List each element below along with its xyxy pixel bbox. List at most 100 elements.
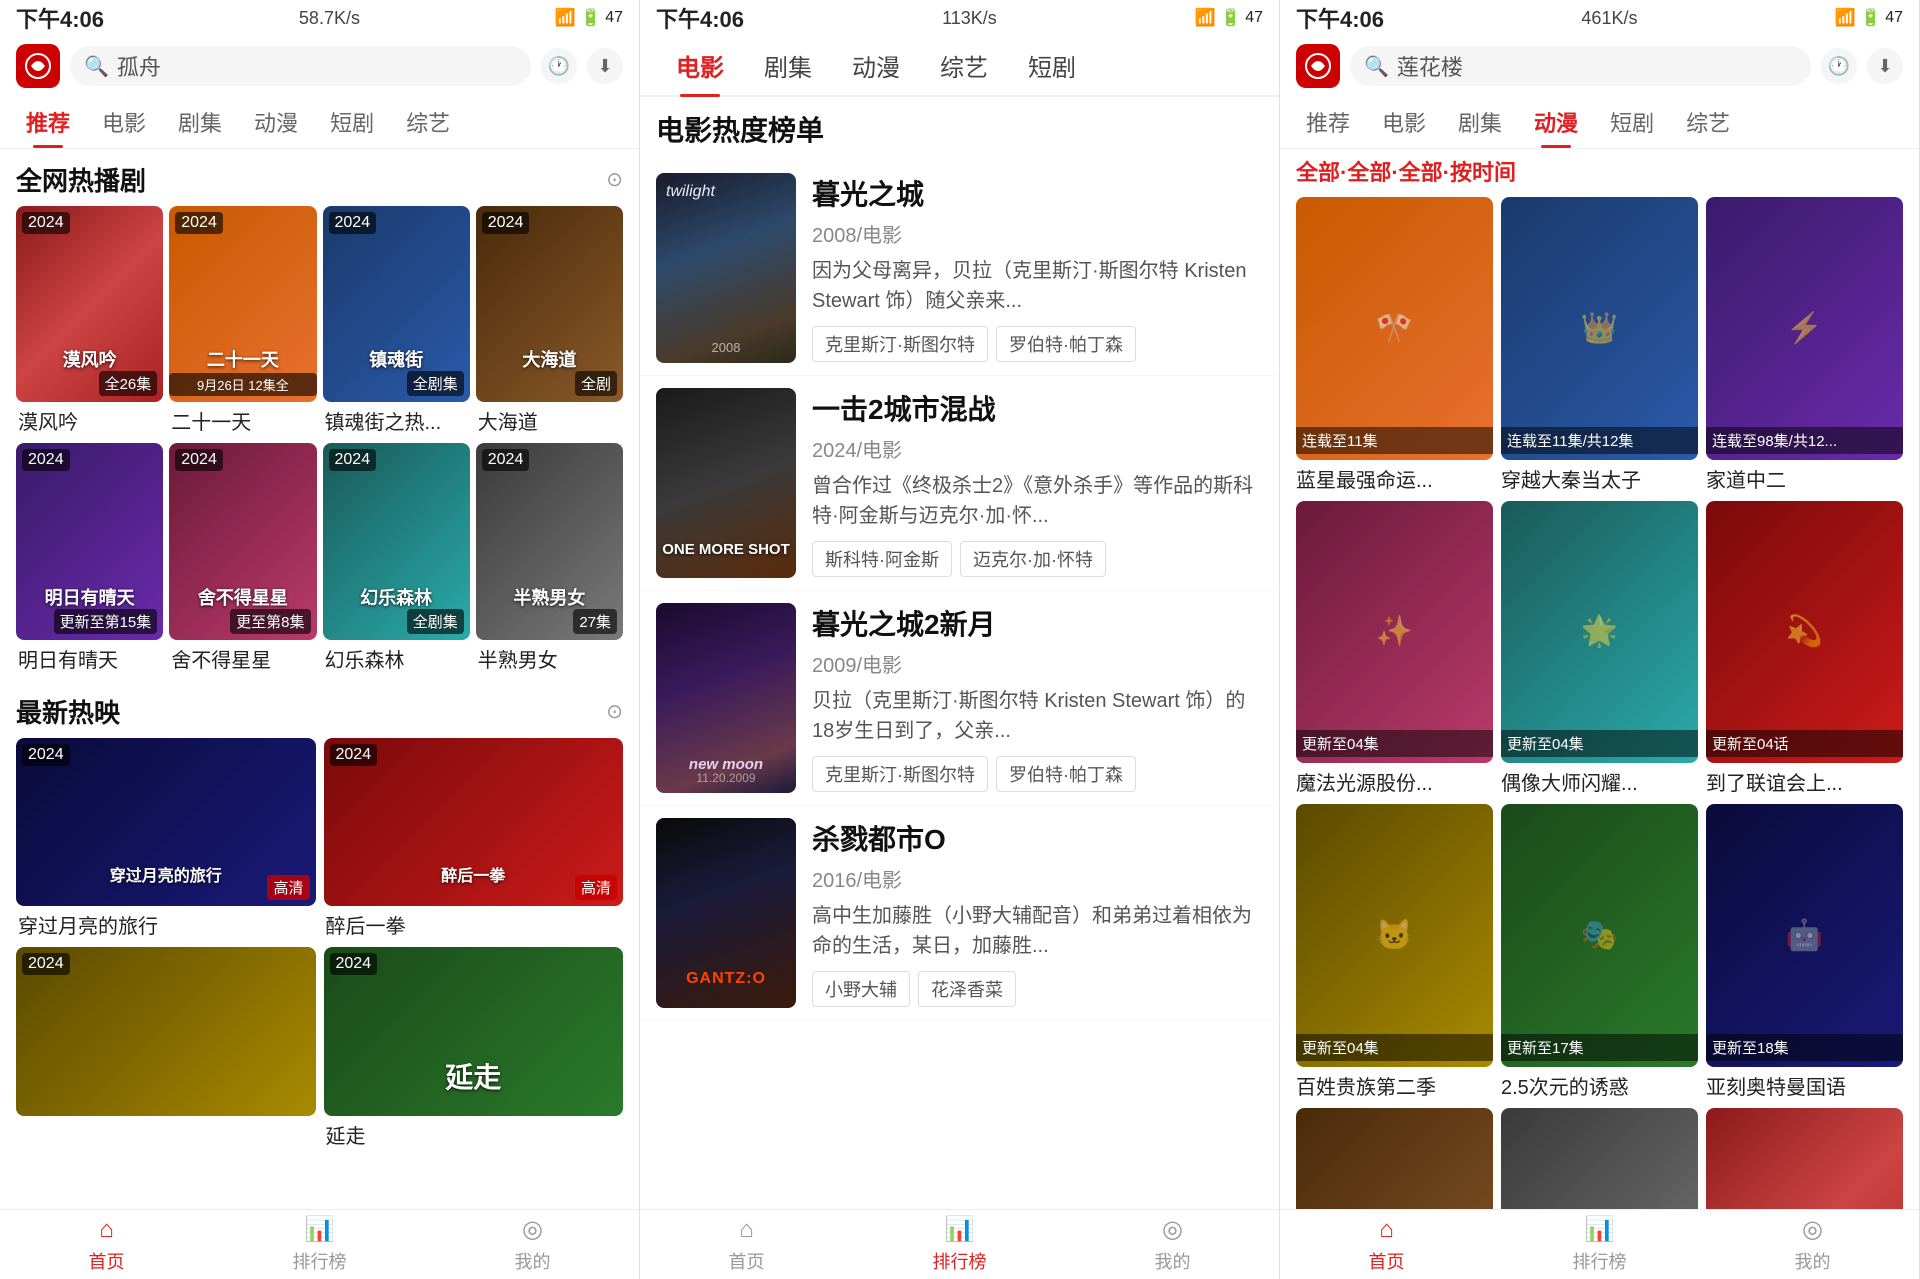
card-overlay-2: 二十一天 — [169, 346, 316, 372]
search-bar-1[interactable]: 🔍 孤舟 — [70, 46, 531, 86]
latest-card-1[interactable]: 2024 穿过月亮的旅行 高清 穿过月亮的旅行 — [16, 738, 316, 939]
header-actions-1: 🕐 ⬇ — [541, 48, 623, 84]
bottom-mine-1[interactable]: ◎ 我的 — [426, 1215, 639, 1274]
rank-item-1[interactable]: twilight 2008 暮光之城 2008/电影 因为父母离异，贝拉（克里斯… — [640, 161, 1279, 376]
tab-movie-1[interactable]: 电影 — [86, 96, 162, 148]
badge-ep-1: 全26集 — [99, 371, 158, 396]
rank-item-3[interactable]: new moon 11.20.2009 暮光之城2新月 2009/电影 贝拉（克… — [640, 591, 1279, 806]
home-content: 全网热播剧 ⊙ 2024 漠风吟 全26集 漠风吟 2024 二十一天 9月26… — [0, 149, 639, 1218]
tab-anime-3[interactable]: 动漫 — [1518, 96, 1594, 148]
latest-card-4[interactable]: 2024 延走 延走 — [324, 947, 624, 1148]
drama-card-1[interactable]: 2024 漠风吟 全26集 漠风吟 — [16, 206, 163, 435]
rank-info-2: 一击2城市混战 2024/电影 曾合作过《终极杀士2》《意外杀手》等作品的斯科特… — [812, 388, 1263, 578]
latest-card-2[interactable]: 2024 醉后一拳 高清 醉后一拳 — [324, 738, 624, 939]
rank-thumb-2: ONE MORE SHOT — [656, 388, 796, 578]
section-hot-drama: 全网热播剧 ⊙ — [0, 149, 639, 206]
tab-short-1[interactable]: 短剧 — [314, 96, 390, 148]
rank-tags-3: 克里斯汀·斯图尔特 罗伯特·帕丁森 — [812, 756, 1263, 792]
tab-recommend-3[interactable]: 推荐 — [1290, 96, 1366, 148]
rank-tags-2: 斯科特·阿金斯 迈克尔·加·怀特 — [812, 541, 1263, 577]
badge-year-3: 2024 — [329, 212, 377, 234]
anime-card-1[interactable]: 🎌 连载至11集 蓝星最强命运... — [1296, 197, 1493, 493]
anime-card-7[interactable]: 🐱 更新至04集 百姓贵族第二季 — [1296, 804, 1493, 1100]
drama-card-7[interactable]: 2024 幻乐森林 全剧集 幻乐森林 — [323, 443, 470, 672]
bottom-rank-2[interactable]: 📊 排行榜 — [853, 1215, 1066, 1274]
rank-list: twilight 2008 暮光之城 2008/电影 因为父母离异，贝拉（克里斯… — [640, 161, 1279, 1234]
p2-tab-short[interactable]: 短剧 — [1008, 36, 1096, 95]
download-btn-1[interactable]: ⬇ — [587, 48, 623, 84]
rank-meta-4: 2016/电影 — [812, 864, 1263, 893]
drama-card-8[interactable]: 2024 半熟男女 27集 半熟男女 — [476, 443, 623, 672]
badge-year-4: 2024 — [482, 212, 530, 234]
tab-short-3[interactable]: 短剧 — [1594, 96, 1670, 148]
bottom-rank-3[interactable]: 📊 排行榜 — [1493, 1215, 1706, 1274]
rank-meta-3: 2009/电影 — [812, 649, 1263, 678]
hot-drama-more[interactable]: ⊙ — [606, 167, 623, 192]
status-bar-2: 下午4:06 113K/s 📶 🔋 47 — [640, 0, 1279, 36]
history-btn-1[interactable]: 🕐 — [541, 48, 577, 84]
bottom-home-3[interactable]: ⌂ 首页 — [1280, 1216, 1493, 1274]
bottom-home-2[interactable]: ⌂ 首页 — [640, 1216, 853, 1274]
rank-title-3: 暮光之城2新月 — [812, 603, 1263, 643]
p2-tab-movie[interactable]: 电影 — [656, 36, 744, 95]
bottom-mine-2[interactable]: ◎ 我的 — [1066, 1215, 1279, 1274]
header-3: 🔍 莲花楼 🕐 ⬇ — [1280, 36, 1919, 96]
status-time-1: 下午4:06 — [16, 2, 104, 34]
p2-tab-variety[interactable]: 综艺 — [920, 36, 1008, 95]
badge-ep-3: 全剧集 — [407, 371, 464, 396]
tab-variety-3[interactable]: 综艺 — [1670, 96, 1746, 148]
drama-card-5[interactable]: 2024 明日有晴天 更新至第15集 明日有晴天 — [16, 443, 163, 672]
tab-series-3[interactable]: 剧集 — [1442, 96, 1518, 148]
rank-desc-2: 曾合作过《终极杀士2》《意外杀手》等作品的斯科特·阿金斯与迈克尔·加·怀... — [812, 471, 1263, 531]
rank-desc-3: 贝拉（克里斯汀·斯图尔特 Kristen Stewart 饰）的18岁生日到了，… — [812, 686, 1263, 746]
rank-tags-1: 克里斯汀·斯图尔特 罗伯特·帕丁森 — [812, 326, 1263, 362]
status-network-3: 461K/s — [1581, 8, 1637, 29]
tab-anime-1[interactable]: 动漫 — [238, 96, 314, 148]
anime-card-2[interactable]: 👑 连载至11集/共12集 穿越大秦当太子 — [1501, 197, 1698, 493]
anime-card-5[interactable]: 🌟 更新至04集 偶像大师闪耀... — [1501, 501, 1698, 797]
anime-card-6[interactable]: 💫 更新至04话 到了联谊会上... — [1706, 501, 1903, 797]
rank-info-1: 暮光之城 2008/电影 因为父母离异，贝拉（克里斯汀·斯图尔特 Kristen… — [812, 173, 1263, 363]
panel-home: 下午4:06 58.7K/s 📶 🔋 47 🔍 孤舟 🕐 ⬇ 推荐 电影 剧集 … — [0, 0, 640, 1279]
anime-card-8[interactable]: 🎭 更新至17集 2.5次元的诱惑 — [1501, 804, 1698, 1100]
anime-grid: 🎌 连载至11集 蓝星最强命运... 👑 连载至11集/共12集 穿越大秦当太子… — [1280, 197, 1919, 1226]
tab-movie-3[interactable]: 电影 — [1366, 96, 1442, 148]
nav-tabs-3: 推荐 电影 剧集 动漫 短剧 综艺 — [1280, 96, 1919, 149]
card-overlay-4: 大海道 — [476, 346, 623, 372]
history-btn-3[interactable]: 🕐 — [1821, 48, 1857, 84]
rank-title-4: 杀戮都市O — [812, 818, 1263, 858]
latest-card-3[interactable]: 2024 — [16, 947, 316, 1148]
drama-card-6[interactable]: 2024 舍不得星星 更至第8集 舍不得星星 — [169, 443, 316, 672]
bottom-mine-3[interactable]: ◎ 我的 — [1706, 1215, 1919, 1274]
anime-card-9[interactable]: 🤖 更新至18集 亚刻奥特曼国语 — [1706, 804, 1903, 1100]
hot-drama-grid: 2024 漠风吟 全26集 漠风吟 2024 二十一天 9月26日 12集全 二… — [0, 206, 639, 443]
search-bar-3[interactable]: 🔍 莲花楼 — [1350, 46, 1811, 86]
rank-item-4[interactable]: GANTZ:O 杀戮都市O 2016/电影 高中生加藤胜（小野大辅配音）和弟弟过… — [640, 806, 1279, 1021]
drama-card-3[interactable]: 2024 镇魂街 全剧集 镇魂街之热... — [323, 206, 470, 435]
tab-recommend-1[interactable]: 推荐 — [10, 96, 86, 148]
tab-series-1[interactable]: 剧集 — [162, 96, 238, 148]
anime-card-4[interactable]: ✨ 更新至04集 魔法光源股份... — [1296, 501, 1493, 797]
bottom-rank-1[interactable]: 📊 排行榜 — [213, 1215, 426, 1274]
panel-rankings: 下午4:06 113K/s 📶 🔋 47 电影 剧集 动漫 综艺 短剧 电影热度… — [640, 0, 1280, 1279]
anime-filter[interactable]: 全部·全部·全部·按时间 — [1280, 149, 1919, 197]
bottom-nav-1: ⌂ 首页 📊 排行榜 ◎ 我的 — [0, 1209, 639, 1279]
drama-card-2[interactable]: 2024 二十一天 9月26日 12集全 二十一天 — [169, 206, 316, 435]
drama-card-4[interactable]: 2024 大海道 全剧 大海道 — [476, 206, 623, 435]
download-btn-3[interactable]: ⬇ — [1867, 48, 1903, 84]
p2-nav: 电影 剧集 动漫 综艺 短剧 — [640, 36, 1279, 97]
card-title-2: 二十一天 — [169, 406, 316, 435]
badge-year-2: 2024 — [175, 212, 223, 234]
rank-item-2[interactable]: ONE MORE SHOT 一击2城市混战 2024/电影 曾合作过《终极杀士2… — [640, 376, 1279, 591]
rank-header: 电影热度榜单 — [640, 97, 1279, 161]
bottom-home-1[interactable]: ⌂ 首页 — [0, 1216, 213, 1274]
status-icons-2: 📶 🔋 47 — [1195, 8, 1263, 28]
anime-card-3[interactable]: ⚡ 连载至98集/共12... 家道中二 — [1706, 197, 1903, 493]
latest-grid-2: 2024 2024 延走 延走 — [0, 947, 639, 1156]
tab-variety-1[interactable]: 综艺 — [390, 96, 466, 148]
p2-tab-series[interactable]: 剧集 — [744, 36, 832, 95]
rank-thumb-1: twilight 2008 — [656, 173, 796, 363]
card-title-4: 大海道 — [476, 406, 623, 435]
rank-title-2: 一击2城市混战 — [812, 388, 1263, 428]
p2-tab-anime[interactable]: 动漫 — [832, 36, 920, 95]
